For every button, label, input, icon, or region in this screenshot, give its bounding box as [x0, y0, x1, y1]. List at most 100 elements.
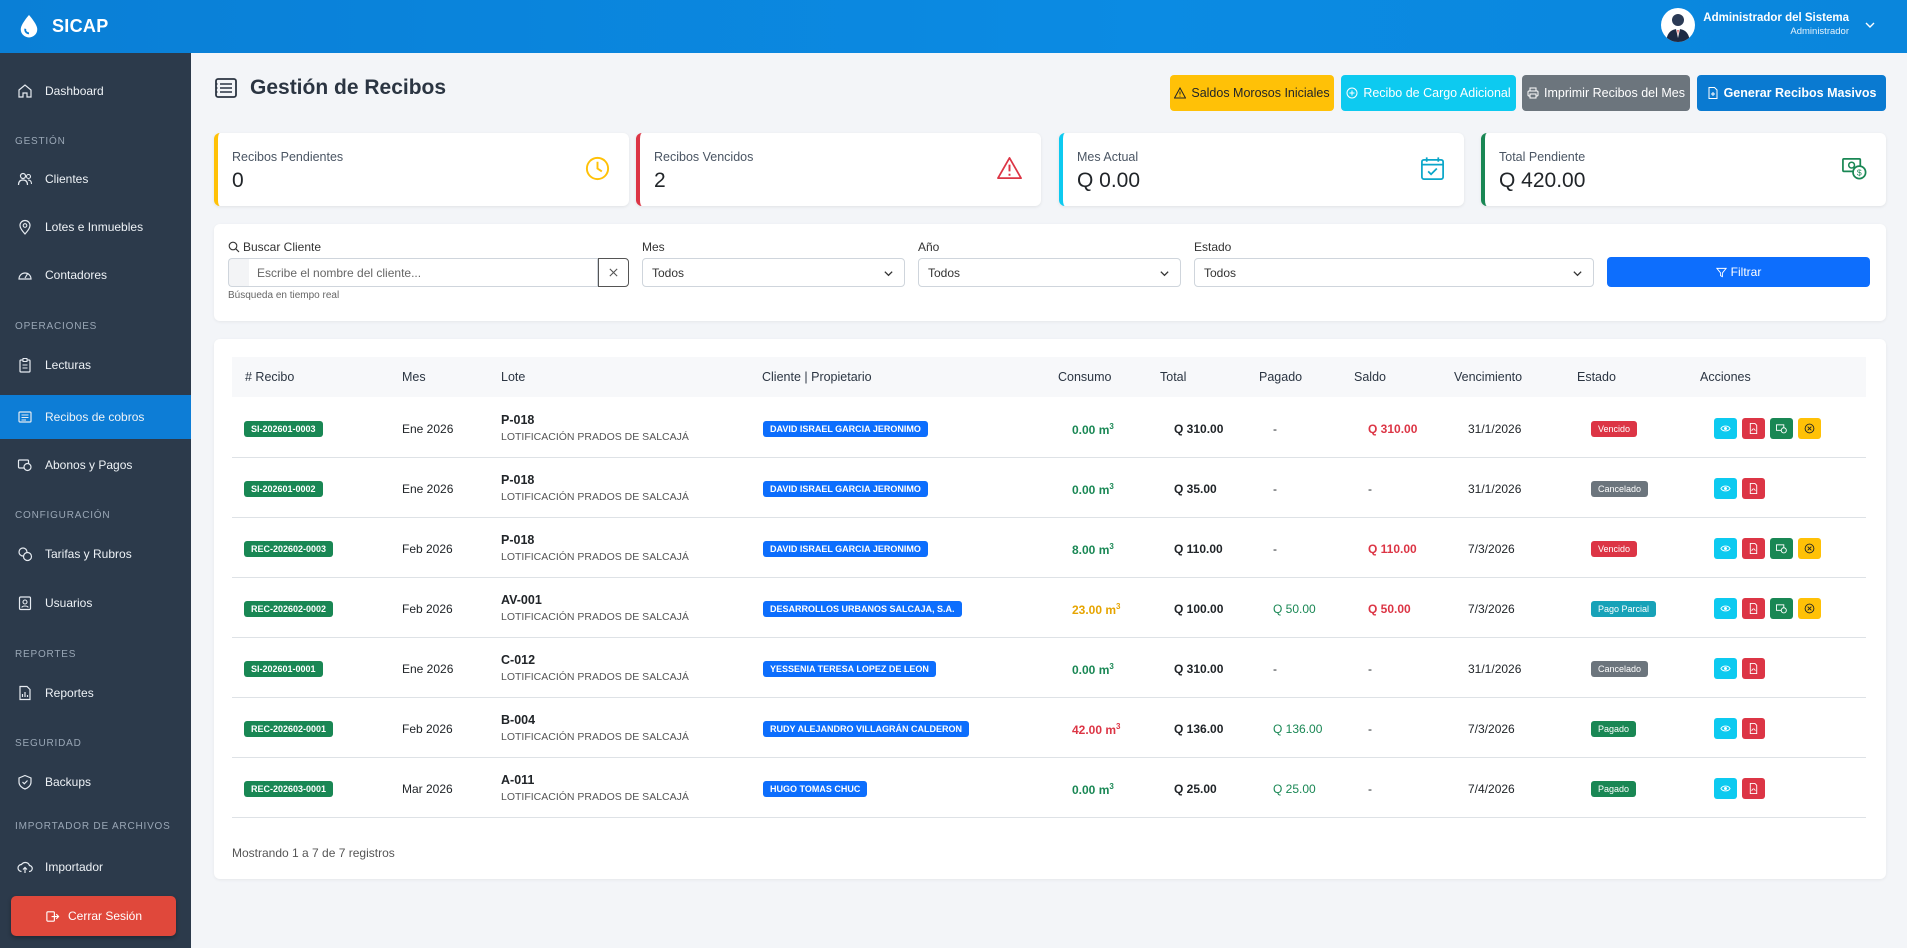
recibo-number-badge[interactable]: SI-202601-0002: [244, 481, 323, 497]
estado-select[interactable]: Todos: [1194, 258, 1594, 287]
mes-cell: Ene 2026: [402, 422, 454, 436]
cliente-badge[interactable]: RUDY ALEJANDRO VILLAGRÁN CALDERON: [763, 721, 970, 737]
cancel-receipt-button[interactable]: [1798, 538, 1821, 559]
recibo-number-badge[interactable]: SI-202601-0001: [244, 661, 323, 677]
pdf-button[interactable]: [1742, 478, 1765, 499]
vencimiento-cell: 31/1/2026: [1468, 662, 1522, 676]
sidebar-item-reportes[interactable]: Reportes: [0, 671, 191, 715]
pdf-button[interactable]: [1742, 418, 1765, 439]
pdf-button[interactable]: [1742, 778, 1765, 799]
recibo-number-badge[interactable]: REC-202602-0003: [244, 541, 334, 557]
printer-icon: [1527, 87, 1539, 99]
view-button[interactable]: [1714, 598, 1737, 619]
top-bar: SICAP Administrador del Sistema Administ…: [0, 0, 1907, 53]
lote-subdivision: LOTIFICACIÓN PRADOS DE SALCAJÁ: [501, 671, 689, 683]
map-pin-icon: [19, 219, 31, 235]
pdf-button[interactable]: [1742, 718, 1765, 739]
pdf-button[interactable]: [1742, 538, 1765, 559]
mes-cell: Ene 2026: [402, 662, 454, 676]
view-button[interactable]: [1714, 418, 1737, 439]
cliente-badge[interactable]: HUGO TOMAS CHUC: [763, 781, 868, 797]
cancel-receipt-button[interactable]: [1798, 418, 1821, 439]
recibo-number-badge[interactable]: REC-202602-0001: [244, 721, 334, 737]
th-lote: Lote: [501, 370, 526, 384]
filter-button[interactable]: Filtrar: [1607, 257, 1870, 287]
th-mes: Mes: [402, 370, 426, 384]
cliente-badge[interactable]: DESARROLLOS URBANOS SALCAJA, S.A.: [763, 601, 962, 617]
sidebar-item-contadores[interactable]: Contadores: [0, 253, 191, 297]
saldo-cell: -: [1368, 662, 1372, 676]
card-value: 0: [232, 169, 244, 192]
sidebar-item-backups[interactable]: Backups: [0, 760, 191, 804]
saldos-morosos-button[interactable]: Saldos Morosos Iniciales: [1170, 75, 1334, 111]
recibo-number-badge[interactable]: REC-202603-0001: [244, 781, 334, 797]
cliente-badge[interactable]: DAVID ISRAEL GARCIA JERONIMO: [763, 541, 928, 557]
sidebar-item-lotes[interactable]: Lotes e Inmuebles: [0, 205, 191, 249]
sidebar-item-label: Tarifas y Rubros: [45, 547, 132, 561]
view-button[interactable]: [1714, 478, 1737, 499]
gauge-icon: [18, 272, 32, 280]
pdf-button[interactable]: [1742, 658, 1765, 679]
row-actions: [1714, 598, 1821, 619]
brand[interactable]: SICAP: [18, 14, 109, 38]
view-button[interactable]: [1714, 778, 1737, 799]
section-gestion: GESTIÓN: [15, 136, 66, 147]
logout-icon: [46, 910, 60, 922]
search-addon: [228, 258, 249, 287]
pdf-button[interactable]: [1742, 598, 1765, 619]
section-importador: IMPORTADOR DE ARCHIVOS: [15, 821, 171, 832]
eye-icon: [1720, 605, 1731, 612]
vencimiento-cell: 7/3/2026: [1468, 542, 1515, 556]
lote-code: AV-001: [501, 593, 542, 607]
generar-recibos-button[interactable]: Generar Recibos Masivos: [1697, 75, 1886, 111]
sidebar-item-label: Reportes: [45, 686, 94, 700]
search-input[interactable]: Escribe el nombre del cliente...: [248, 258, 598, 287]
cliente-badge[interactable]: YESSENIA TERESA LOPEZ DE LEON: [763, 661, 936, 677]
sidebar-item-usuarios[interactable]: Usuarios: [0, 581, 191, 625]
sidebar-item-abonos[interactable]: Abonos y Pagos: [0, 443, 191, 487]
row-actions: [1714, 478, 1765, 499]
cancel-receipt-button[interactable]: [1798, 598, 1821, 619]
cliente-badge[interactable]: DAVID ISRAEL GARCIA JERONIMO: [763, 481, 928, 497]
register-payment-button[interactable]: [1770, 418, 1793, 439]
lote-subdivision: LOTIFICACIÓN PRADOS DE SALCAJÁ: [501, 611, 689, 623]
sidebar-item-clientes[interactable]: Clientes: [0, 157, 191, 201]
pagado-cell: -: [1273, 422, 1277, 436]
card-value: Q 0.00: [1077, 169, 1141, 192]
cliente-badge[interactable]: DAVID ISRAEL GARCIA JERONIMO: [763, 421, 928, 437]
filter-panel: Buscar Cliente Escribe el nombre del cli…: [214, 224, 1886, 321]
sidebar-item-lecturas[interactable]: Lecturas: [0, 343, 191, 387]
search-label: Buscar Cliente: [228, 240, 321, 254]
sidebar-item-dashboard[interactable]: Dashboard: [0, 69, 191, 113]
logout-button[interactable]: Cerrar Sesión: [11, 896, 176, 936]
clear-search-button[interactable]: [598, 258, 629, 287]
mes-select[interactable]: Todos: [642, 258, 905, 287]
consumo-cell: 23.00 m3: [1072, 602, 1121, 617]
register-payment-button[interactable]: [1770, 538, 1793, 559]
view-button[interactable]: [1714, 718, 1737, 739]
home-icon: [18, 84, 32, 98]
recibo-number-badge[interactable]: REC-202602-0002: [244, 601, 334, 617]
view-button[interactable]: [1714, 658, 1737, 679]
section-reportes: REPORTES: [15, 649, 77, 660]
cargo-adicional-button[interactable]: Recibo de Cargo Adicional: [1341, 75, 1516, 111]
view-button[interactable]: [1714, 538, 1737, 559]
user-menu[interactable]: Administrador del Sistema Administrador: [1661, 8, 1877, 42]
saldo-cell: -: [1368, 722, 1372, 736]
recibo-number-badge[interactable]: SI-202601-0003: [244, 421, 323, 437]
receipt-icon: [215, 78, 237, 98]
register-payment-button[interactable]: [1770, 598, 1793, 619]
table-header: # Recibo Mes Lote Cliente | Propietario …: [232, 357, 1866, 397]
sidebar-item-tarifas[interactable]: Tarifas y Rubros: [0, 532, 191, 576]
eye-icon: [1720, 485, 1731, 492]
id-badge-icon: [18, 596, 32, 611]
cash-icon: [17, 459, 32, 472]
lote-code: A-011: [501, 773, 535, 787]
sidebar-item-label: Lotes e Inmuebles: [45, 220, 144, 234]
imprimir-recibos-button[interactable]: Imprimir Recibos del Mes: [1522, 75, 1690, 111]
sidebar-item-recibos[interactable]: Recibos de cobros: [0, 395, 191, 439]
sidebar-item-importador[interactable]: Importador: [0, 845, 191, 889]
anio-select[interactable]: Todos: [918, 258, 1181, 287]
status-badge: Vencido: [1591, 421, 1638, 437]
lote-subdivision: LOTIFICACIÓN PRADOS DE SALCAJÁ: [501, 491, 689, 503]
